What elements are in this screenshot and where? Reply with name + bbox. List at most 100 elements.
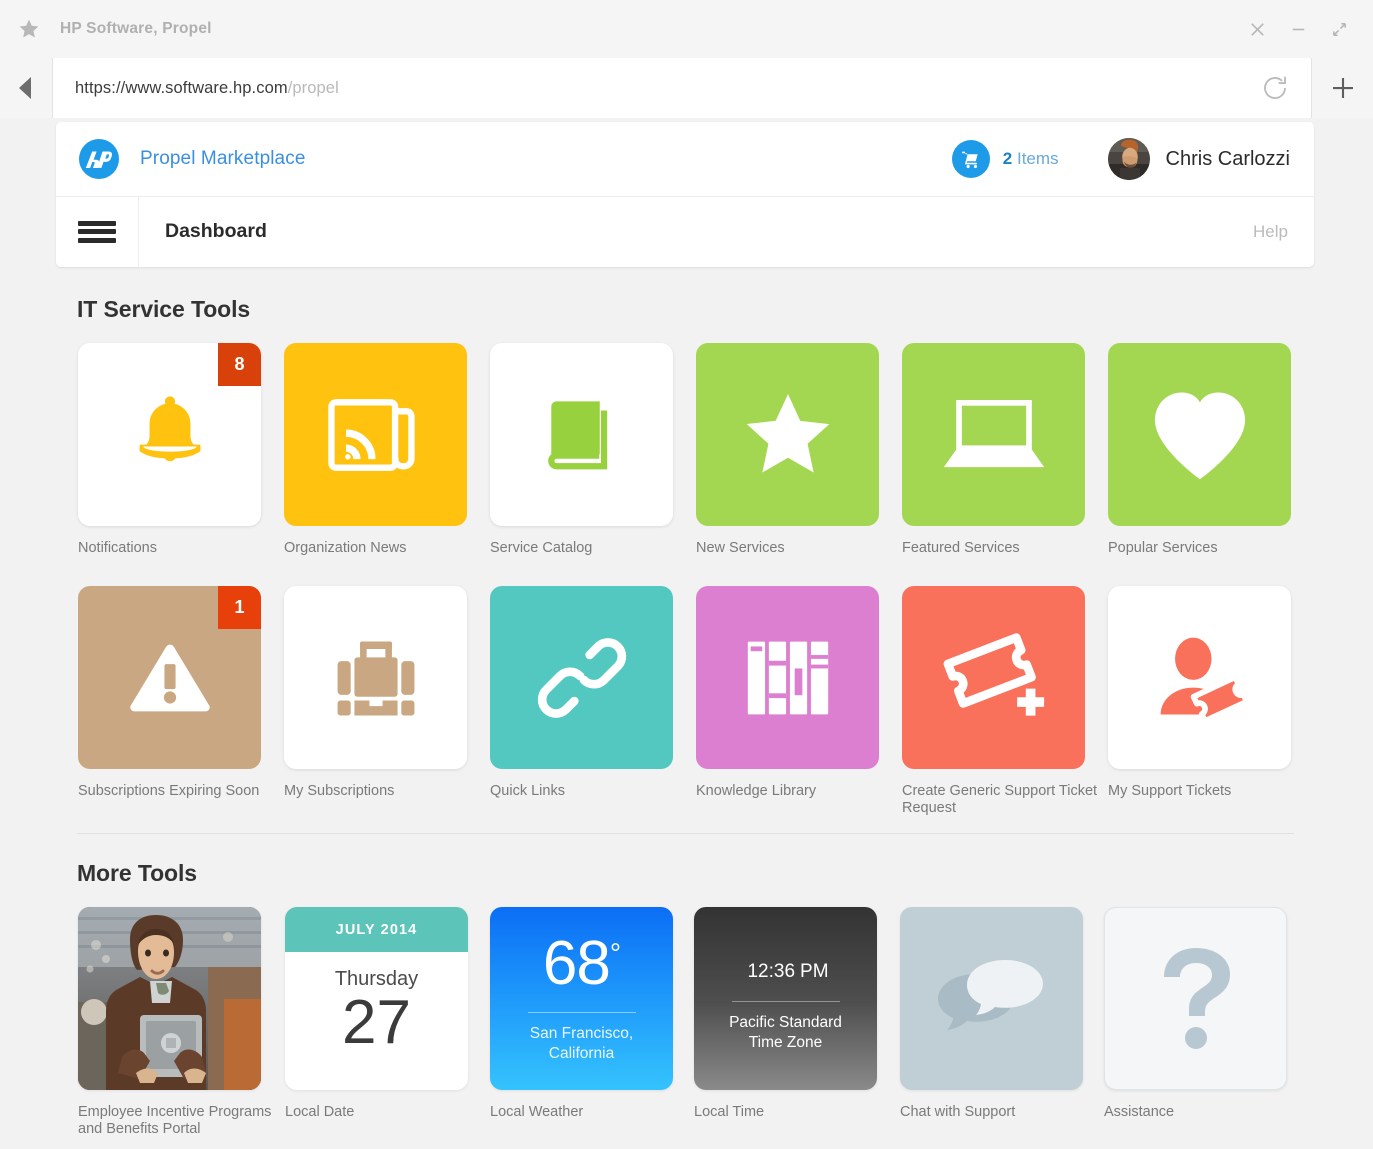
tile-surface[interactable]: [490, 343, 673, 526]
tile-service-catalog[interactable]: Service Catalog: [490, 343, 690, 557]
star-icon[interactable]: [16, 16, 42, 42]
close-icon[interactable]: [1248, 20, 1267, 39]
tile-knowledge-library[interactable]: Knowledge Library: [696, 586, 896, 800]
tile-notifications[interactable]: 8 Notifications: [78, 343, 278, 557]
tile-surface[interactable]: 1: [78, 586, 261, 769]
section-divider: [77, 833, 1294, 834]
briefcase-icon: [337, 640, 414, 715]
bell-icon: [138, 395, 201, 461]
brand-link[interactable]: Propel Marketplace: [140, 148, 306, 170]
calendar-month-year: JULY 2014: [285, 907, 468, 952]
star-icon: [746, 393, 829, 473]
tile-label: My Subscriptions: [284, 783, 395, 799]
tile-label: Employee Incentive Programs and Benefits…: [78, 1104, 272, 1138]
warning-triangle-icon: [129, 644, 210, 711]
tile-surface[interactable]: [78, 907, 261, 1090]
tile-surface[interactable]: [696, 586, 879, 769]
tile-new-services[interactable]: New Services: [696, 343, 896, 557]
expand-icon[interactable]: [1330, 20, 1349, 39]
browser-urlbar: https://www.software.hp.com/propel: [0, 58, 1373, 118]
page-viewport: Propel Marketplace 2 Items Chris Carlozz…: [0, 118, 1373, 1149]
tile-label: Organization News: [284, 540, 407, 556]
clock-time: 12:36 PM: [742, 944, 828, 984]
section-title-more-tools: More Tools: [77, 860, 197, 886]
divider-rule: [731, 1000, 840, 1002]
help-link[interactable]: Help: [1253, 197, 1314, 266]
heart-icon: [1154, 392, 1245, 479]
tile-surface[interactable]: [284, 586, 467, 769]
tile-organization-news[interactable]: Organization News: [284, 343, 484, 557]
tile-surface[interactable]: [1104, 907, 1287, 1090]
tile-surface[interactable]: [902, 586, 1085, 769]
cart-count: 2: [1002, 149, 1013, 168]
notification-badge: 8: [218, 343, 261, 386]
hamburger-menu-icon[interactable]: [56, 197, 139, 266]
app-header-top: Propel Marketplace 2 Items Chris Carlozz…: [56, 122, 1314, 197]
tile-subscriptions-expiring-soon[interactable]: 1 Subscriptions Expiring Soon: [78, 586, 278, 800]
tile-label: Featured Services: [902, 540, 1020, 556]
new-tab-button[interactable]: [1311, 58, 1373, 118]
tile-surface[interactable]: [490, 586, 673, 769]
tile-surface[interactable]: [902, 343, 1085, 526]
tile-my-subscriptions[interactable]: My Subscriptions: [284, 586, 484, 800]
tile-surface[interactable]: [696, 343, 879, 526]
reload-icon[interactable]: [1239, 58, 1311, 118]
badge-count: 8: [234, 354, 245, 374]
badge-count: 1: [234, 597, 245, 617]
user-name[interactable]: Chris Carlozzi: [1166, 148, 1290, 171]
notification-badge: 1: [218, 586, 261, 629]
tile-label: Notifications: [78, 540, 157, 556]
laptop-icon: [943, 399, 1044, 467]
tile-popular-services[interactable]: Popular Services: [1108, 343, 1308, 557]
clock-meridiem: PM: [800, 960, 829, 982]
weather-location-line2: California: [548, 1045, 615, 1062]
back-arrow-icon[interactable]: [0, 58, 52, 118]
tile-local-weather[interactable]: 68° San Francisco, California Local Weat…: [490, 907, 690, 1121]
tile-label: Popular Services: [1108, 540, 1218, 556]
weather-temperature: 68°: [543, 932, 621, 995]
divider-rule: [527, 1011, 636, 1013]
hamburger-bar: [78, 237, 116, 243]
tile-label: Chat with Support: [900, 1104, 1016, 1120]
tile-create-generic-support-ticket-request[interactable]: Create Generic Support Ticket Request: [902, 586, 1102, 817]
tile-chat-with-support[interactable]: Chat with Support: [900, 907, 1100, 1121]
calendar-body: Thursday 27: [285, 952, 468, 1090]
book-icon: [547, 400, 607, 469]
tile-label: Local Time: [694, 1104, 765, 1120]
clock-time-value: 12:36: [747, 960, 796, 982]
tile-surface[interactable]: [1108, 343, 1291, 526]
link-chain-icon: [537, 637, 626, 718]
tile-featured-services[interactable]: Featured Services: [902, 343, 1102, 557]
tile-my-support-tickets[interactable]: My Support Tickets: [1108, 586, 1308, 800]
tile-surface[interactable]: [284, 343, 467, 526]
tile-surface[interactable]: 8: [78, 343, 261, 526]
url-input[interactable]: https://www.software.hp.com/propel: [52, 58, 1239, 118]
tile-quick-links[interactable]: Quick Links: [490, 586, 690, 800]
header-right: 2 Items Chris Carlozzi: [951, 138, 1290, 180]
question-mark-icon: [1163, 947, 1230, 1049]
section-title-it-service-tools: IT Service Tools: [77, 296, 251, 322]
tile-surface[interactable]: [900, 907, 1083, 1090]
tile-label: Local Weather: [490, 1104, 584, 1120]
weather-location-line1: San Francisco,: [529, 1024, 634, 1042]
tile-label: Knowledge Library: [696, 783, 817, 799]
tile-employee-incentive-programs[interactable]: Employee Incentive Programs and Benefits…: [78, 907, 278, 1138]
ticket-plus-icon: [943, 632, 1044, 716]
tile-surface[interactable]: JULY 2014 Thursday 27: [285, 907, 468, 1090]
tile-label: My Support Tickets: [1108, 783, 1232, 799]
tile-local-time[interactable]: 12:36 PM Pacific Standard Time Zone Local…: [694, 907, 894, 1121]
cart-items-label[interactable]: 2 Items: [1003, 149, 1059, 169]
avatar[interactable]: [1107, 138, 1150, 180]
shopping-cart-icon[interactable]: [951, 140, 990, 178]
minimize-icon[interactable]: [1289, 20, 1308, 39]
hp-logo[interactable]: [78, 138, 120, 180]
tile-surface[interactable]: 68° San Francisco, California: [490, 907, 673, 1090]
tile-label: New Services: [696, 540, 785, 556]
tile-assistance[interactable]: Assistance: [1104, 907, 1304, 1121]
browser-tab-title: HP Software, Propel: [60, 20, 212, 37]
tile-surface[interactable]: [1108, 586, 1291, 769]
tile-label: Service Catalog: [490, 540, 593, 556]
tile-local-date[interactable]: JULY 2014 Thursday 27 Local Date: [285, 907, 485, 1121]
hamburger-bar: [78, 229, 116, 234]
tile-surface[interactable]: 12:36 PM Pacific Standard Time Zone: [694, 907, 877, 1090]
